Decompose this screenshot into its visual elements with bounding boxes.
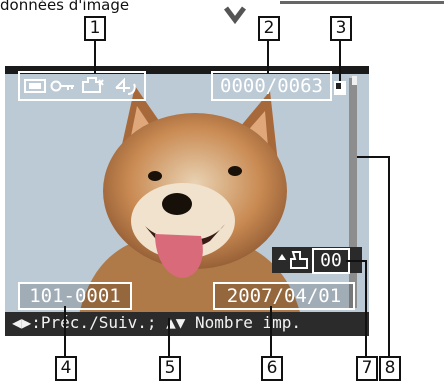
callout-4: 4	[55, 356, 77, 381]
leader-line-7a	[346, 260, 366, 262]
leader-line-5	[168, 318, 170, 358]
image-counter-text: 0000/0063	[220, 75, 323, 97]
print-count-text: 00	[320, 250, 342, 271]
callout-6: 6	[261, 356, 283, 381]
scroll-bar[interactable]	[349, 78, 357, 308]
leader-line-8b	[388, 156, 390, 356]
callout-1: 1	[84, 16, 106, 41]
callout-8: 8	[379, 356, 401, 381]
memory-card-icon	[24, 79, 46, 93]
rotate-icon	[115, 77, 136, 95]
shooting-date: 2007/04/01	[213, 282, 355, 310]
callout-7: 7	[356, 356, 378, 381]
file-number-text: 101-0001	[29, 285, 121, 307]
scroll-thumb[interactable]	[352, 76, 357, 85]
header-caption: données d'image	[0, 0, 130, 14]
leader-line-7b	[365, 260, 367, 356]
leader-line-3	[339, 37, 341, 81]
dpof-print-icon	[82, 77, 104, 93]
printer-icon	[290, 251, 308, 269]
navigation-hint-text: ◀▶:Préc./Suiv.; ▲▼ Nombre imp.	[12, 313, 301, 332]
leader-line-2	[267, 37, 269, 73]
leader-line-8a	[357, 156, 389, 158]
status-icons-group	[18, 71, 146, 101]
protect-key-icon	[50, 80, 74, 92]
leader-line-4	[64, 306, 66, 356]
leader-line-1	[94, 37, 96, 73]
up-arrow-icon	[278, 254, 286, 260]
card-slot-icon	[334, 81, 346, 95]
leader-line-6	[270, 306, 272, 356]
image-counter: 0000/0063	[211, 71, 332, 101]
down-arrow-icon	[224, 6, 246, 25]
callout-2: 2	[258, 16, 280, 41]
callout-5: 5	[159, 356, 181, 381]
file-number: 101-0001	[18, 282, 132, 310]
shooting-date-text: 2007/04/01	[226, 285, 342, 307]
print-count-box: 00	[312, 248, 350, 274]
header-divider	[280, 1, 444, 4]
callout-3: 3	[330, 16, 352, 41]
